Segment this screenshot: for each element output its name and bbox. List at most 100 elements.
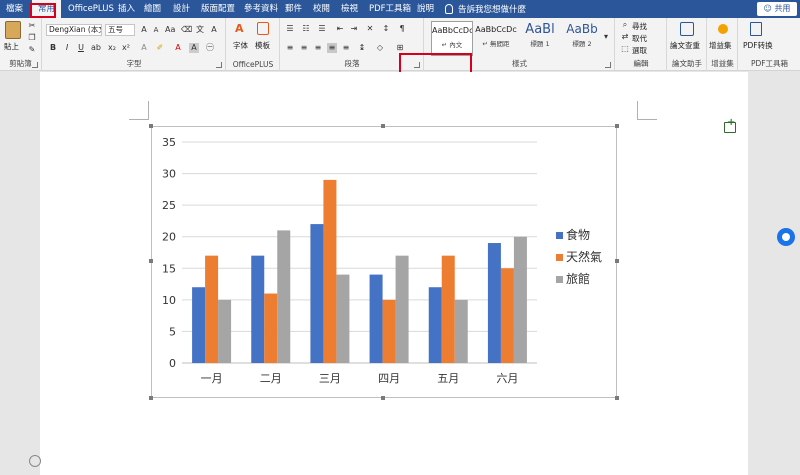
- bullets-icon[interactable]: ☰: [285, 24, 295, 34]
- person-icon: ☺: [763, 4, 772, 13]
- sort-icon[interactable]: ↕: [381, 24, 391, 34]
- resize-handle[interactable]: [381, 124, 385, 128]
- style-heading-2[interactable]: AaBb 標題 2: [561, 21, 603, 56]
- copy-icon[interactable]: ❐: [27, 33, 37, 43]
- tab-review[interactable]: 校閱: [313, 0, 330, 18]
- group-officeplus-label: OfficePLUS: [232, 60, 274, 69]
- bar-3: [218, 299, 232, 363]
- thesis-check-button[interactable]: 論文查重: [670, 40, 700, 51]
- underline-button[interactable]: U: [76, 43, 86, 53]
- tab-design[interactable]: 設計: [173, 0, 190, 18]
- shading-icon[interactable]: ◇: [375, 43, 385, 53]
- font-name-select[interactable]: DengXian (本文): [46, 24, 102, 36]
- replace-button[interactable]: 取代: [632, 33, 647, 44]
- assistant-bubble-icon[interactable]: [777, 228, 795, 246]
- resize-handle[interactable]: [149, 124, 153, 128]
- line-spacing-icon[interactable]: ↨: [357, 43, 367, 53]
- tab-mailings[interactable]: 郵件: [285, 0, 302, 18]
- tab-file[interactable]: 檔案: [6, 0, 23, 18]
- paste-icon[interactable]: [5, 21, 21, 39]
- find-button[interactable]: 尋找: [632, 21, 647, 32]
- style-heading-1[interactable]: AaBl 標題 1: [519, 21, 561, 56]
- resize-handle[interactable]: [149, 396, 153, 400]
- select-button[interactable]: 選取: [632, 45, 647, 56]
- subscript-icon[interactable]: x₂: [107, 43, 117, 53]
- font-color-button[interactable]: A: [173, 43, 183, 53]
- find-icon[interactable]: ⌕: [620, 20, 630, 30]
- officeplus-font-button[interactable]: 字体: [233, 40, 248, 51]
- resize-handle[interactable]: [615, 259, 619, 263]
- replace-icon[interactable]: ⇄: [620, 32, 630, 42]
- phonetic-icon[interactable]: 文: [195, 25, 205, 35]
- shrink-font-icon[interactable]: A: [151, 25, 161, 35]
- tab-draw[interactable]: 繪圖: [144, 0, 161, 18]
- new-comment-icon[interactable]: [724, 122, 736, 133]
- tab-officeplus[interactable]: OfficePLUS: [68, 0, 114, 18]
- clipboard-launcher[interactable]: [32, 62, 38, 68]
- pdf-convert-icon[interactable]: [750, 22, 762, 36]
- tab-layout[interactable]: 版面配置: [201, 0, 235, 18]
- tab-view[interactable]: 檢視: [341, 0, 358, 18]
- font-size-select[interactable]: 五号: [105, 24, 135, 36]
- multilevel-list-icon[interactable]: ☰: [317, 24, 327, 34]
- share-button[interactable]: ☺ 共用: [757, 2, 797, 16]
- styles-more-icon[interactable]: ▾: [601, 32, 611, 42]
- grow-font-icon[interactable]: A: [139, 25, 149, 35]
- tab-pdf-toolbox[interactable]: PDF工具箱: [369, 0, 411, 18]
- highlight-color-icon[interactable]: ✐: [155, 43, 165, 53]
- officeplus-template-button[interactable]: 模板: [255, 40, 270, 51]
- enclose-char-icon[interactable]: ㊀: [205, 43, 215, 53]
- decrease-indent-icon[interactable]: ⇤: [335, 24, 345, 34]
- accessibility-icon[interactable]: [29, 455, 41, 467]
- change-case-icon[interactable]: Aa: [165, 25, 175, 35]
- thesis-check-icon[interactable]: [680, 22, 694, 36]
- text-effects-icon[interactable]: A: [139, 43, 149, 53]
- group-editing-label: 編輯: [633, 59, 649, 68]
- select-icon[interactable]: ⬚: [620, 44, 630, 54]
- strikethrough-icon[interactable]: ab: [91, 43, 101, 53]
- resize-handle[interactable]: [381, 396, 385, 400]
- styles-launcher[interactable]: [605, 62, 611, 68]
- tab-help[interactable]: 說明: [417, 0, 434, 18]
- format-painter-icon[interactable]: ✎: [27, 45, 37, 55]
- font-launcher[interactable]: [216, 62, 222, 68]
- justify-icon[interactable]: ≡: [327, 43, 337, 53]
- asian-layout-icon[interactable]: ✕: [365, 24, 375, 34]
- paste-button[interactable]: 貼上: [4, 41, 19, 52]
- tell-me-search[interactable]: 告訴我您想做什麼: [445, 2, 526, 16]
- show-marks-icon[interactable]: ¶: [397, 24, 407, 34]
- increase-indent-icon[interactable]: ⇥: [349, 24, 359, 34]
- pdf-convert-button[interactable]: PDF转换: [743, 40, 773, 51]
- bar-2: [382, 299, 396, 363]
- borders-icon[interactable]: ⊞: [395, 43, 405, 53]
- template-icon[interactable]: [257, 22, 269, 35]
- resize-handle[interactable]: [149, 259, 153, 263]
- group-addins-label: 增益集: [711, 59, 734, 68]
- align-left-icon[interactable]: ≡: [285, 43, 295, 53]
- y-tick-label: 25: [162, 199, 176, 212]
- cut-icon[interactable]: ✂: [27, 21, 37, 31]
- numbering-icon[interactable]: ☷: [301, 24, 311, 34]
- tab-references[interactable]: 參考資料: [244, 0, 278, 18]
- bar-2: [205, 255, 219, 363]
- superscript-icon[interactable]: x²: [121, 43, 131, 53]
- group-pdf-toolbox-label: PDF工具箱: [750, 59, 789, 68]
- resize-handle[interactable]: [615, 124, 619, 128]
- resize-handle[interactable]: [615, 396, 619, 400]
- y-tick-label: 30: [162, 168, 176, 181]
- bold-button[interactable]: B: [48, 43, 58, 53]
- distributed-icon[interactable]: ≡: [341, 43, 351, 53]
- clear-format-icon[interactable]: ⌫: [181, 25, 192, 35]
- style-normal[interactable]: AaBbCcDc ↵ 內文: [431, 21, 473, 56]
- char-shading-icon[interactable]: A: [189, 43, 199, 53]
- style-no-spacing[interactable]: AaBbCcDc ↵ 無間距: [475, 21, 517, 56]
- font-plus-icon[interactable]: A: [235, 22, 248, 35]
- italic-button[interactable]: I: [62, 43, 72, 53]
- addins-icon[interactable]: [718, 24, 728, 34]
- align-center-icon[interactable]: ≡: [299, 43, 309, 53]
- addins-button[interactable]: 增益集: [709, 40, 732, 51]
- char-border-icon[interactable]: A: [209, 25, 219, 35]
- align-right-icon[interactable]: ≡: [313, 43, 323, 53]
- tab-insert[interactable]: 插入: [118, 0, 135, 18]
- chart-object[interactable]: 0 5 10 15 20 25 30 35 一月 二月 三月 四月 五月 六月 食物 天然氣 旅館: [151, 126, 617, 398]
